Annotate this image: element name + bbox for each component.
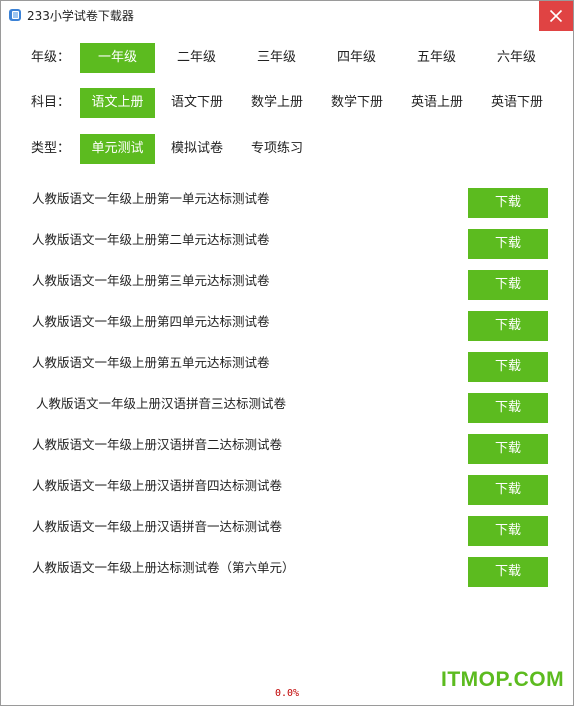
download-button-2[interactable]: 下载 xyxy=(468,229,548,259)
progress-status: 0.0% xyxy=(274,688,300,699)
subject-option-chinese-1[interactable]: 语文上册 xyxy=(80,88,155,118)
grade-option-1[interactable]: 一年级 xyxy=(80,43,155,73)
paper-row-4: 人教版语文一年级上册第四单元达标测试卷 下载 xyxy=(1,311,573,341)
paper-row-6: 人教版语文一年级上册汉语拼音三达标测试卷 下载 xyxy=(1,393,573,423)
grade-label: 年级： xyxy=(31,50,71,65)
type-option-special-practice[interactable]: 专项练习 xyxy=(239,134,315,164)
subject-filter-row: 科目： 语文上册 语文下册 数学上册 数学下册 英语上册 英语下册 xyxy=(1,88,573,118)
download-button-10[interactable]: 下载 xyxy=(468,557,548,587)
paper-title: 人教版语文一年级上册汉语拼音一达标测试卷 xyxy=(32,519,283,534)
subject-option-math-1[interactable]: 数学上册 xyxy=(239,88,315,118)
download-button-1[interactable]: 下载 xyxy=(468,188,548,218)
paper-row-2: 人教版语文一年级上册第二单元达标测试卷 下载 xyxy=(1,229,573,259)
grade-option-5[interactable]: 五年级 xyxy=(399,43,474,73)
download-button-5[interactable]: 下载 xyxy=(468,352,548,382)
paper-title: 人教版语文一年级上册第二单元达标测试卷 xyxy=(32,232,270,247)
subject-option-math-2[interactable]: 数学下册 xyxy=(319,88,395,118)
app-window: 233小学试卷下载器 年级： 一年级 二年级 三年级 四年级 五年级 六年级 科… xyxy=(0,0,574,706)
paper-title: 人教版语文一年级上册汉语拼音四达标测试卷 xyxy=(32,478,283,493)
subject-option-english-1[interactable]: 英语上册 xyxy=(399,88,475,118)
paper-title: 人教版语文一年级上册第一单元达标测试卷 xyxy=(32,191,270,206)
type-filter-row: 类型： 单元测试 模拟试卷 专项练习 xyxy=(1,134,573,164)
paper-row-5: 人教版语文一年级上册第五单元达标测试卷 下载 xyxy=(1,352,573,382)
paper-row-10: 人教版语文一年级上册达标测试卷（第六单元） 下载 xyxy=(1,557,573,587)
download-button-6[interactable]: 下载 xyxy=(468,393,548,423)
type-option-unit-test[interactable]: 单元测试 xyxy=(80,134,155,164)
window-title: 233小学试卷下载器 xyxy=(27,9,134,23)
subject-option-chinese-2[interactable]: 语文下册 xyxy=(159,88,235,118)
type-label: 类型： xyxy=(31,141,71,156)
download-button-8[interactable]: 下载 xyxy=(468,475,548,505)
title-bar[interactable]: 233小学试卷下载器 xyxy=(1,1,573,31)
watermark-logo: ITMOP.COM xyxy=(441,668,565,691)
paper-row-1: 人教版语文一年级上册第一单元达标测试卷 下载 xyxy=(1,188,573,218)
grade-option-3[interactable]: 三年级 xyxy=(239,43,314,73)
grade-option-2[interactable]: 二年级 xyxy=(159,43,234,73)
download-button-9[interactable]: 下载 xyxy=(468,516,548,546)
grade-filter-row: 年级： 一年级 二年级 三年级 四年级 五年级 六年级 xyxy=(1,43,573,73)
grade-option-6[interactable]: 六年级 xyxy=(479,43,554,73)
paper-title: 人教版语文一年级上册第五单元达标测试卷 xyxy=(32,355,270,370)
paper-title: 人教版语文一年级上册汉语拼音三达标测试卷 xyxy=(32,396,286,411)
paper-title: 人教版语文一年级上册第三单元达标测试卷 xyxy=(32,273,270,288)
paper-title: 人教版语文一年级上册汉语拼音二达标测试卷 xyxy=(32,437,283,452)
app-icon xyxy=(9,9,21,21)
paper-title: 人教版语文一年级上册达标测试卷（第六单元） xyxy=(32,560,295,575)
download-button-4[interactable]: 下载 xyxy=(468,311,548,341)
download-button-7[interactable]: 下载 xyxy=(468,434,548,464)
paper-row-7: 人教版语文一年级上册汉语拼音二达标测试卷 下载 xyxy=(1,434,573,464)
grade-option-4[interactable]: 四年级 xyxy=(319,43,394,73)
paper-title: 人教版语文一年级上册第四单元达标测试卷 xyxy=(32,314,270,329)
close-icon xyxy=(549,9,563,23)
paper-row-8: 人教版语文一年级上册汉语拼音四达标测试卷 下载 xyxy=(1,475,573,505)
download-button-3[interactable]: 下载 xyxy=(468,270,548,300)
paper-row-3: 人教版语文一年级上册第三单元达标测试卷 下载 xyxy=(1,270,573,300)
type-option-mock-exam[interactable]: 模拟试卷 xyxy=(159,134,235,164)
subject-option-english-2[interactable]: 英语下册 xyxy=(479,88,555,118)
close-button[interactable] xyxy=(539,1,573,31)
subject-label: 科目： xyxy=(31,95,71,110)
paper-row-9: 人教版语文一年级上册汉语拼音一达标测试卷 下载 xyxy=(1,516,573,546)
